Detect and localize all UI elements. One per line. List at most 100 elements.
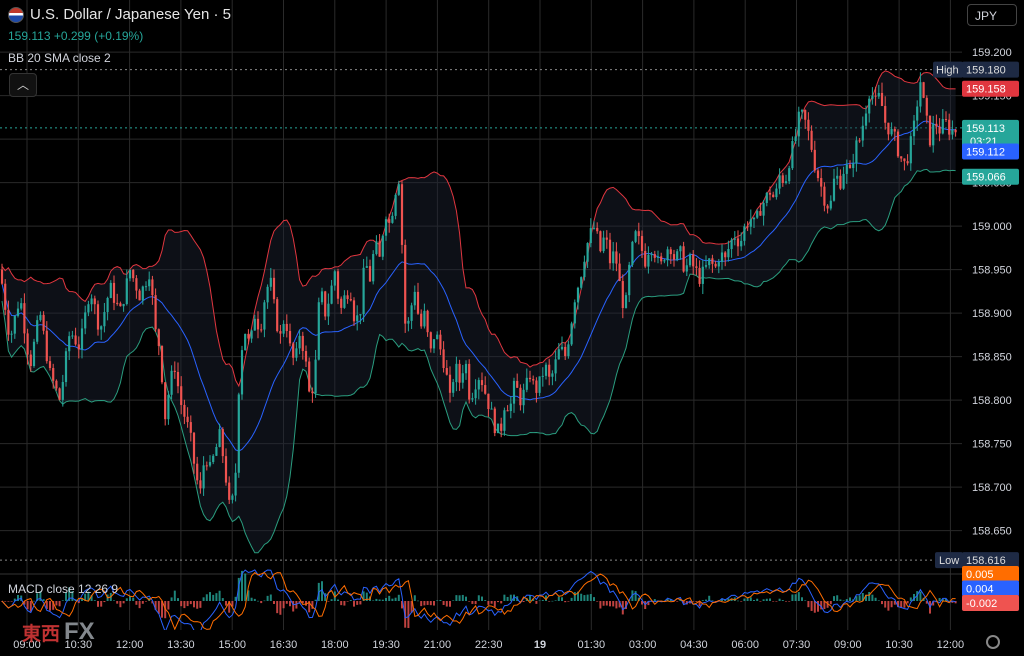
macd-histogram-bar [589,594,592,601]
macd-histogram-bar [353,601,355,607]
candle-body [256,318,260,330]
price-tick-label: 158.750 [972,439,1012,451]
candle-body [570,323,573,345]
candle-body [896,131,900,157]
candle-body [672,254,676,260]
candle-body [829,200,832,209]
candle-body [810,130,813,150]
macd-histogram-bar [567,601,570,602]
macd-histogram-bar [586,594,589,601]
candle-body [877,92,880,97]
price-chart[interactable]: 158.650 158.700 158.750 158.800 158.850 158.9… [0,0,1024,656]
candle-body [186,416,189,423]
candle-body [493,408,496,434]
macd-histogram-bar [877,600,880,602]
macd-histogram-bar [804,600,807,602]
low-tag-label: Low [939,555,959,567]
gear-icon[interactable] [986,635,1000,649]
macd-histogram-bar [157,601,160,614]
candle-body [637,231,640,237]
candle-body [804,110,807,120]
candle-body [464,363,468,374]
macd-histogram-bar [177,598,179,601]
candle-body [388,219,391,223]
macd-histogram-bar [765,598,768,601]
candle-body [285,323,288,331]
candle-body [4,283,7,310]
candle-body [333,271,336,286]
candle-body [42,314,45,331]
candle-body [391,215,394,223]
candle-body [340,298,343,308]
macd-histogram-bar [455,595,458,601]
macd-histogram-bar [484,600,487,601]
bb-indicator-label[interactable]: BB 20 SMA close 2 [8,51,111,65]
candle-body [756,211,759,218]
candle-body [676,251,679,260]
macd-histogram-bar [753,599,755,601]
candle-body [589,228,592,244]
candle-body [45,330,48,362]
time-tick-label: 07:30 [783,639,811,651]
time-axis[interactable]: 09:00 10:30 12:00 13:30 15:00 16:30 18:00 19:30… [0,630,1024,656]
macd-histogram-bar [836,595,839,601]
macd-histogram-bar [113,600,115,602]
candle-body [528,377,532,380]
macd-histogram-bar [135,601,138,605]
macd-histogram-bar [122,601,125,604]
macd-histogram-bar [449,601,451,607]
macd-histogram-bar [394,597,397,601]
candle-body [816,170,820,179]
candle-body [516,380,519,388]
candle-body [404,244,407,324]
candle-body [752,217,756,220]
price-tick-label: 158.850 [972,352,1012,364]
candle-body [106,297,109,313]
candle-body [535,380,538,393]
macd-histogram-bar [257,600,259,602]
time-tick-label: 09:00 [834,639,862,651]
macd-histogram-bar [330,599,333,601]
candle-body [103,312,106,327]
candle-body [490,408,493,410]
candle-body [567,344,570,357]
candle-body [509,403,512,412]
collapse-indicators-button[interactable]: ︿ [9,73,37,97]
macd-histogram-bar [743,598,746,601]
macd-histogram-bar [548,601,551,602]
macd-indicator-label[interactable]: MACD close 12 26 9 [8,582,118,596]
candle-body [138,290,141,301]
candle-body [624,295,628,308]
candle-body [96,304,100,330]
candle-body [141,286,144,301]
macd-histogram-bar [138,601,141,609]
macd-histogram-bar [749,597,752,601]
macd-histogram-bar [4,601,7,602]
candle-body [576,287,580,303]
macd-histogram-bar [279,601,282,615]
candle-body [714,263,717,267]
candle-body [548,364,551,377]
macd-histogram-bar [141,601,144,604]
price-tick-label: 159.000 [972,221,1012,233]
candle-body [608,239,612,264]
macd-histogram-bar [407,601,410,629]
symbol-title[interactable]: U.S. Dollar / Japanese Yen · 5 [8,6,231,23]
macd-histogram-bar [356,601,359,605]
candle-body [893,129,896,132]
macd-histogram-bar [829,601,832,605]
candle-body [16,308,20,316]
currency-selector[interactable]: JPY [967,4,1017,26]
macd-histogram-bar [26,601,29,610]
candle-body [112,282,116,303]
candle-body [580,277,583,288]
candle-body [378,241,381,257]
candle-body [794,136,797,141]
candle-body [439,334,442,350]
candle-body [762,202,765,216]
candle-body [573,302,576,324]
macd-histogram-bar [391,598,394,601]
candle-body [381,235,384,257]
macd-histogram-bar [522,601,525,603]
candle-body [324,291,327,317]
